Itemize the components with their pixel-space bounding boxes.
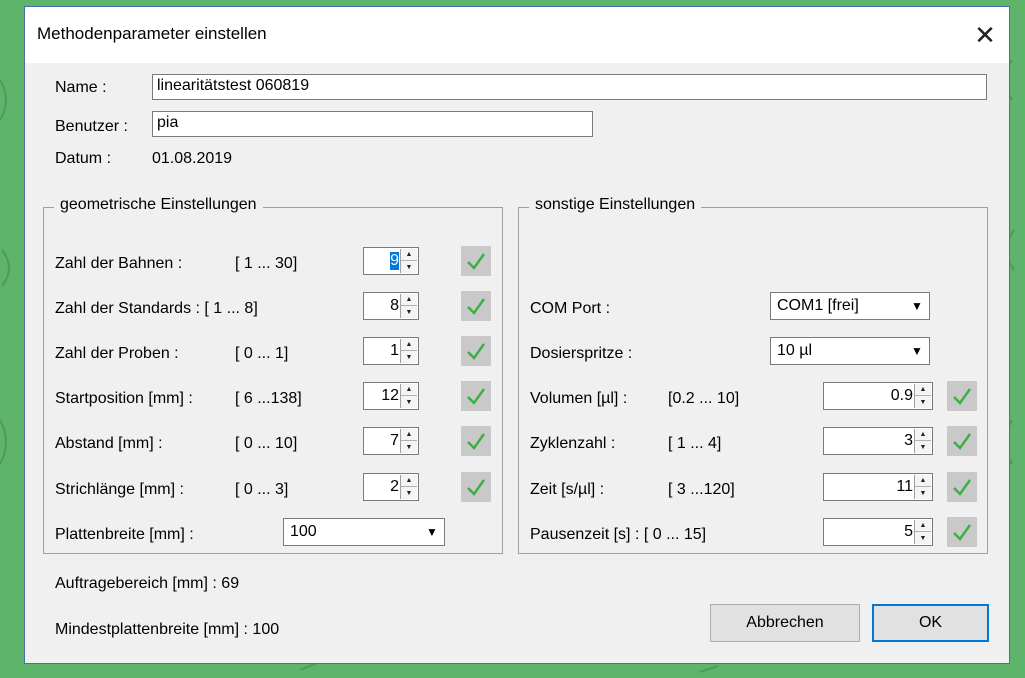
cycles-range: [ 1 ... 4] [668, 435, 722, 452]
spin-up-icon[interactable]: ▲ [401, 475, 417, 487]
min-plate-width-text: Mindestplattenbreite [mm] : 100 [55, 621, 280, 638]
plate-width-label: Plattenbreite [mm] : [55, 526, 194, 543]
lanes-spinner[interactable]: 9 ▲ ▼ [363, 247, 419, 275]
spin-up-icon[interactable]: ▲ [401, 249, 417, 261]
spin-down-icon[interactable]: ▼ [401, 351, 417, 363]
cycles-label: Zyklenzahl : [530, 435, 616, 452]
spin-up-icon[interactable]: ▲ [915, 475, 931, 487]
samples-label: Zahl der Proben : [55, 345, 179, 362]
spin-up-icon[interactable]: ▲ [401, 339, 417, 351]
spin-up-icon[interactable]: ▲ [915, 384, 931, 396]
checkmark-icon [947, 517, 977, 547]
date-value: 01.08.2019 [152, 150, 233, 167]
dropdown-arrow-icon[interactable]: ▼ [906, 294, 928, 318]
geometric-settings-legend: geometrische Einstellungen [54, 196, 263, 214]
start-position-range: [ 6 ...138] [235, 390, 302, 407]
stroke-length-spinner[interactable]: 2 ▲ ▼ [363, 473, 419, 501]
spin-up-icon[interactable]: ▲ [401, 294, 417, 306]
time-value[interactable]: 11 [896, 478, 913, 496]
com-port-label: COM Port : [530, 300, 611, 317]
start-position-spinner[interactable]: 12 ▲ ▼ [363, 382, 419, 410]
spin-up-icon[interactable]: ▲ [401, 429, 417, 441]
spin-down-icon[interactable]: ▼ [915, 396, 931, 408]
spin-up-icon[interactable]: ▲ [915, 520, 931, 532]
time-range: [ 3 ...120] [668, 481, 735, 498]
lanes-range: [ 1 ... 30] [235, 255, 298, 272]
plate-width-value: 100 [290, 523, 317, 540]
checkmark-icon [461, 472, 491, 502]
samples-range: [ 0 ... 1] [235, 345, 289, 362]
syringe-label: Dosierspritze : [530, 345, 633, 362]
volume-label: Volumen [µl] : [530, 390, 628, 407]
stroke-length-value[interactable]: 2 [390, 478, 399, 496]
plate-width-select[interactable]: 100 ▼ [283, 518, 445, 546]
other-settings-group: sonstige Einstellungen [518, 196, 988, 554]
cycles-spinner[interactable]: 3 ▲ ▼ [823, 427, 933, 455]
spacing-range: [ 0 ... 10] [235, 435, 298, 452]
checkmark-icon [461, 336, 491, 366]
spin-down-icon[interactable]: ▼ [401, 261, 417, 273]
ok-button[interactable]: OK [872, 604, 989, 642]
close-icon[interactable]: ✕ [967, 17, 1003, 53]
checkmark-icon [461, 381, 491, 411]
spin-up-icon[interactable]: ▲ [915, 429, 931, 441]
spin-down-icon[interactable]: ▼ [401, 396, 417, 408]
start-position-value[interactable]: 12 [381, 387, 399, 405]
lanes-label: Zahl der Bahnen : [55, 255, 183, 272]
samples-value[interactable]: 1 [390, 342, 399, 360]
spin-down-icon[interactable]: ▼ [915, 532, 931, 544]
start-position-label: Startposition [mm] : [55, 390, 193, 407]
dropdown-arrow-icon[interactable]: ▼ [421, 520, 443, 544]
checkmark-icon [947, 381, 977, 411]
pause-value[interactable]: 5 [904, 523, 913, 541]
spacing-spinner[interactable]: 7 ▲ ▼ [363, 427, 419, 455]
spin-down-icon[interactable]: ▼ [401, 487, 417, 499]
name-label: Name : [55, 79, 107, 96]
com-port-select[interactable]: COM1 [frei] ▼ [770, 292, 930, 320]
syringe-select[interactable]: 10 µl ▼ [770, 337, 930, 365]
method-parameters-dialog: Methodenparameter einstellen ✕ Name : li… [24, 6, 1010, 664]
spacing-label: Abstand [mm] : [55, 435, 163, 452]
cancel-button[interactable]: Abbrechen [710, 604, 860, 642]
stroke-length-range: [ 0 ... 3] [235, 481, 289, 498]
dialog-title: Methodenparameter einstellen [37, 24, 267, 43]
checkmark-icon [461, 291, 491, 321]
checkmark-icon [947, 472, 977, 502]
lanes-value[interactable]: 9 [390, 252, 399, 270]
title-bar: Methodenparameter einstellen ✕ [25, 7, 1009, 63]
stroke-length-label: Strichlänge [mm] : [55, 481, 184, 498]
volume-spinner[interactable]: 0.9 ▲ ▼ [823, 382, 933, 410]
checkmark-icon [947, 426, 977, 456]
samples-spinner[interactable]: 1 ▲ ▼ [363, 337, 419, 365]
time-spinner[interactable]: 11 ▲ ▼ [823, 473, 933, 501]
pause-label: Pausenzeit [s] : [ 0 ... 15] [530, 526, 707, 543]
spin-up-icon[interactable]: ▲ [401, 384, 417, 396]
checkmark-icon [461, 426, 491, 456]
volume-value[interactable]: 0.9 [891, 387, 913, 405]
checkmark-icon [461, 246, 491, 276]
spin-down-icon[interactable]: ▼ [401, 306, 417, 318]
cycles-value[interactable]: 3 [904, 432, 913, 450]
spin-down-icon[interactable]: ▼ [401, 441, 417, 453]
standards-spinner[interactable]: 8 ▲ ▼ [363, 292, 419, 320]
other-settings-legend: sonstige Einstellungen [529, 196, 702, 214]
application-area-text: Auftragebereich [mm] : 69 [55, 575, 240, 592]
pause-spinner[interactable]: 5 ▲ ▼ [823, 518, 933, 546]
volume-range: [0.2 ... 10] [668, 390, 740, 407]
syringe-value: 10 µl [777, 342, 813, 359]
standards-label: Zahl der Standards : [ 1 ... 8] [55, 300, 258, 317]
time-label: Zeit [s/µl] : [530, 481, 605, 498]
name-input[interactable]: linearitätstest 060819 [152, 74, 987, 100]
spin-down-icon[interactable]: ▼ [915, 487, 931, 499]
dropdown-arrow-icon[interactable]: ▼ [906, 339, 928, 363]
spin-down-icon[interactable]: ▼ [915, 441, 931, 453]
com-port-value: COM1 [frei] [777, 297, 859, 314]
standards-value[interactable]: 8 [390, 297, 399, 315]
spacing-value[interactable]: 7 [390, 432, 399, 450]
user-label: Benutzer : [55, 118, 128, 135]
date-label: Datum : [55, 150, 112, 167]
user-input[interactable]: pia [152, 111, 593, 137]
